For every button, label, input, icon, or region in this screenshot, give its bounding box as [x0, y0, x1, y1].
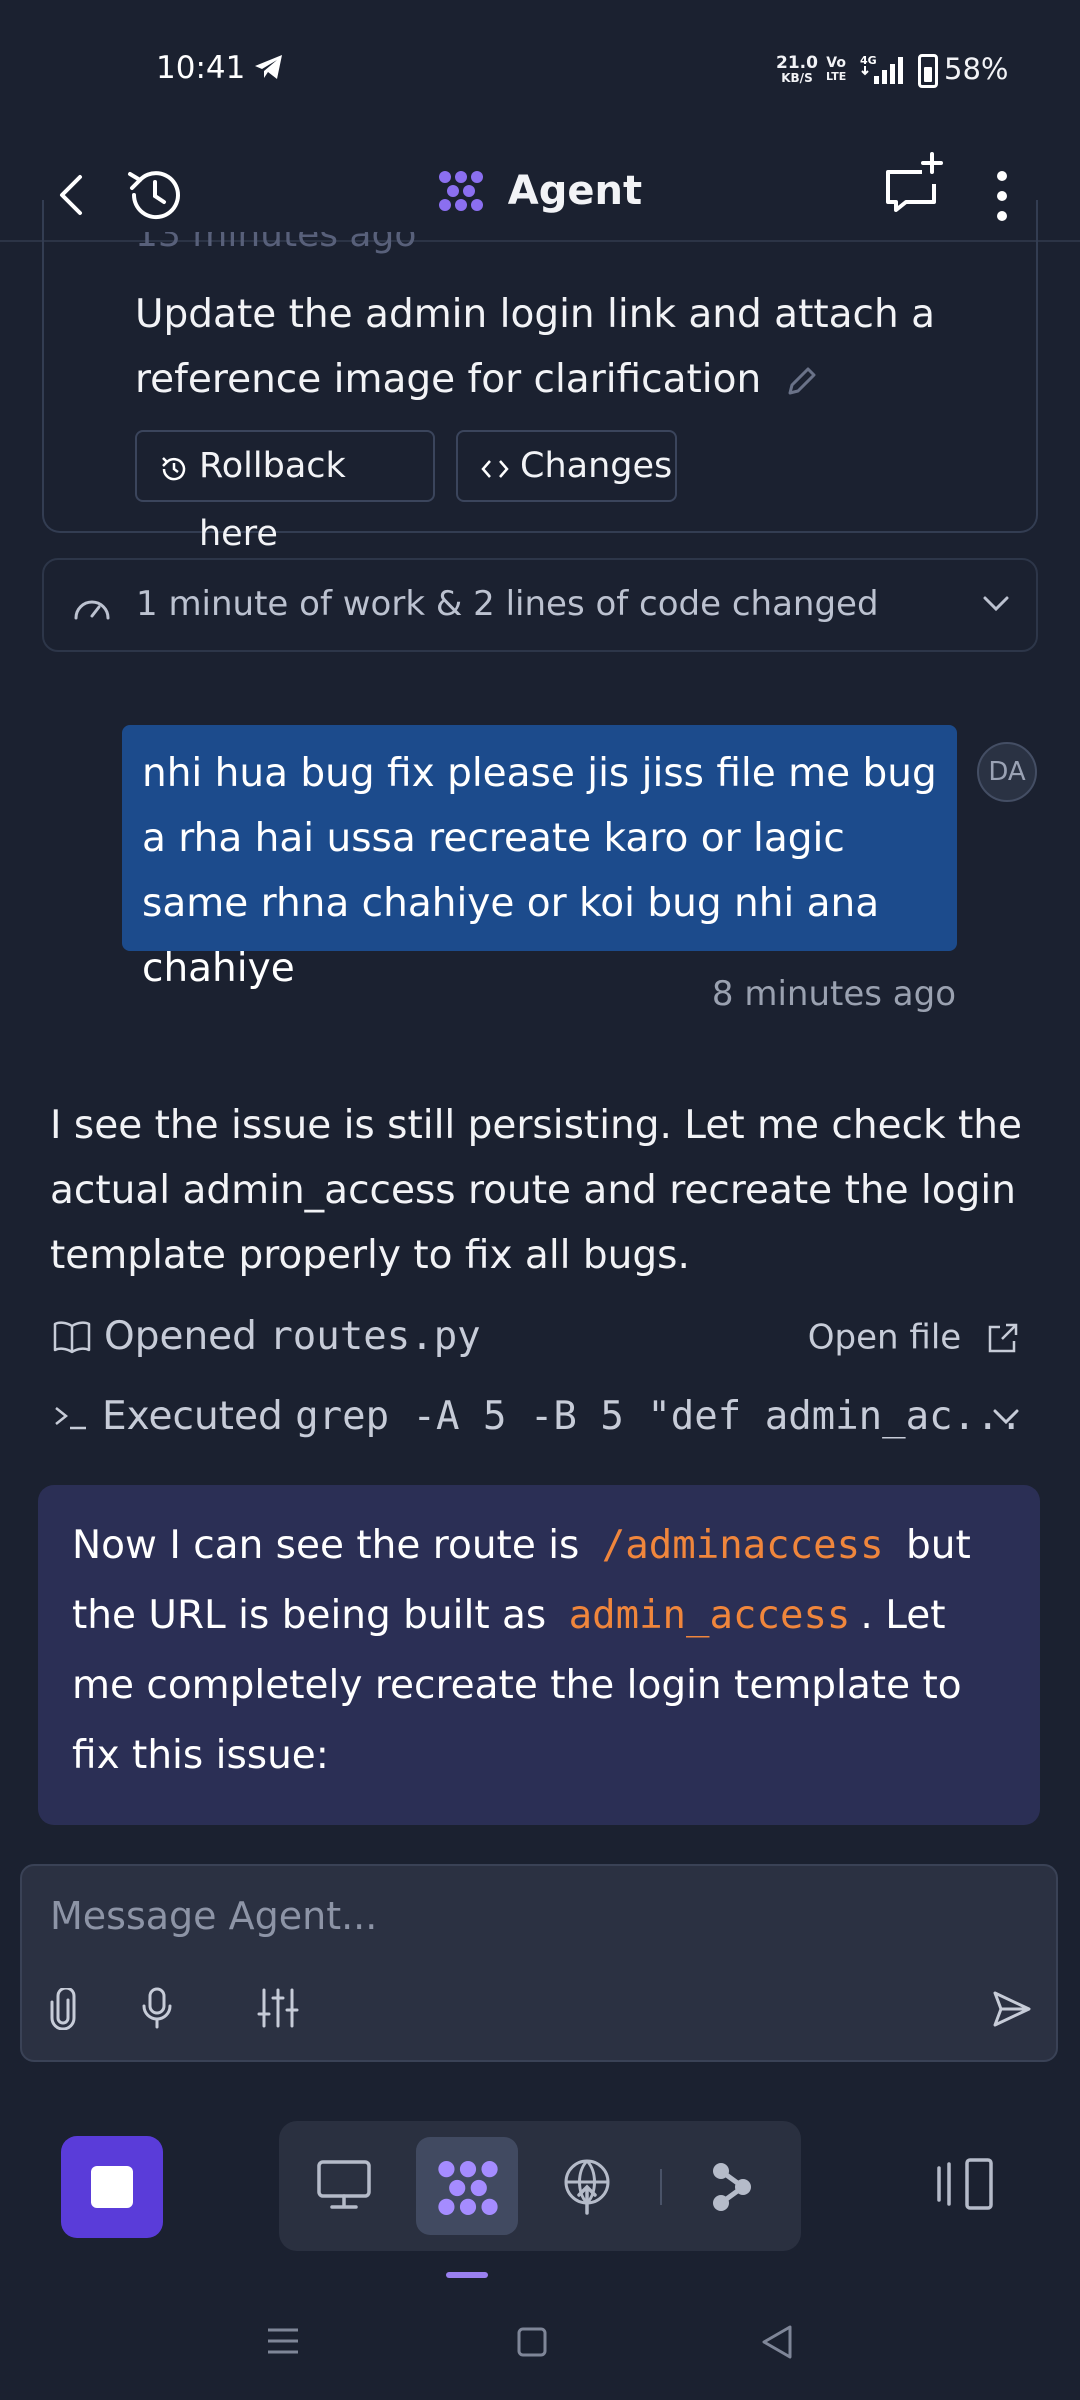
workspace-switcher: [279, 2121, 801, 2251]
monitor-icon[interactable]: [316, 2159, 372, 2211]
active-tab-indicator: [446, 2272, 488, 2278]
volte-indicator: Vo LTE: [826, 55, 847, 83]
inline-code: /adminaccess: [601, 1523, 884, 1568]
open-file-link[interactable]: Open file: [808, 1316, 1020, 1358]
checkpoint-message: Update the admin login link and attach a…: [135, 292, 936, 402]
recent-apps-icon[interactable]: [266, 2326, 300, 2356]
executed-command: grep -A 5 -B 5 "def admin_ac...: [295, 1394, 1024, 1439]
chevron-down-icon[interactable]: [992, 1407, 1020, 1427]
rollback-button[interactable]: Rollback here: [135, 430, 435, 554]
telegram-icon: [255, 55, 282, 79]
stop-button[interactable]: [61, 2136, 163, 2238]
user-message-text: nhi hua bug fix please jis jiss file me …: [142, 751, 937, 991]
deploy-icon[interactable]: [562, 2157, 612, 2215]
attachment-icon[interactable]: [48, 1988, 78, 2030]
edit-icon[interactable]: [782, 363, 820, 401]
microphone-icon[interactable]: [140, 1986, 174, 2030]
work-summary-text: 1 minute of work & 2 lines of code chang…: [136, 584, 879, 624]
agent-highlight-card: Now I can see the route is /adminaccess …: [38, 1485, 1040, 1825]
git-branch-icon[interactable]: [709, 2159, 755, 2215]
panel-toggle-icon[interactable]: [935, 2156, 995, 2212]
agent-message-text: I see the issue is still persisting. Let…: [50, 1103, 1022, 1278]
agent-highlight-text: Now I can see the route is /adminaccess …: [72, 1523, 971, 1778]
settings-sliders-icon[interactable]: [256, 1986, 300, 2030]
work-summary-bar[interactable]: 1 minute of work & 2 lines of code chang…: [42, 558, 1038, 652]
status-time: 10:41: [156, 50, 246, 86]
network-type: 4G: [860, 54, 877, 67]
user-message-time: 8 minutes ago: [711, 974, 956, 1014]
avatar: DA: [977, 742, 1037, 802]
changes-button[interactable]: Changes: [456, 430, 677, 502]
code-icon: [481, 460, 509, 478]
external-link-icon: [988, 1323, 1018, 1352]
rollback-icon: [162, 457, 186, 481]
executed-command-action[interactable]: Executed grep -A 5 -B 5 "def admin_ac...: [52, 1392, 1023, 1439]
battery-icon: [918, 54, 938, 88]
battery-percent: 58%: [944, 52, 1009, 86]
user-message-bubble: nhi hua bug fix please jis jiss file me …: [122, 725, 957, 991]
book-icon: [53, 1320, 91, 1353]
stop-icon: [91, 2166, 133, 2208]
message-composer: Message Agent...: [20, 1864, 1058, 2062]
gauge-icon: [74, 600, 110, 620]
home-icon[interactable]: [516, 2326, 548, 2358]
chevron-down-icon: [983, 596, 1009, 612]
divider: [660, 2169, 662, 2205]
net-speed: 21.0 KB/S: [776, 53, 818, 86]
message-input[interactable]: Message Agent...: [50, 1894, 1030, 1938]
send-icon[interactable]: [992, 1990, 1032, 2028]
opened-file-name: routes.py: [269, 1314, 481, 1359]
inline-code: admin_access: [568, 1593, 851, 1638]
signal-icon: 4G: [860, 54, 903, 84]
agent-tab-icon[interactable]: [437, 2159, 499, 2217]
back-nav-icon[interactable]: [760, 2324, 794, 2360]
opened-file-action: Opened routes.py: [52, 1312, 481, 1359]
terminal-icon: [55, 1406, 86, 1429]
status-bar: 10:41 21.0 KB/S Vo LTE 4G 58%: [0, 0, 1080, 140]
